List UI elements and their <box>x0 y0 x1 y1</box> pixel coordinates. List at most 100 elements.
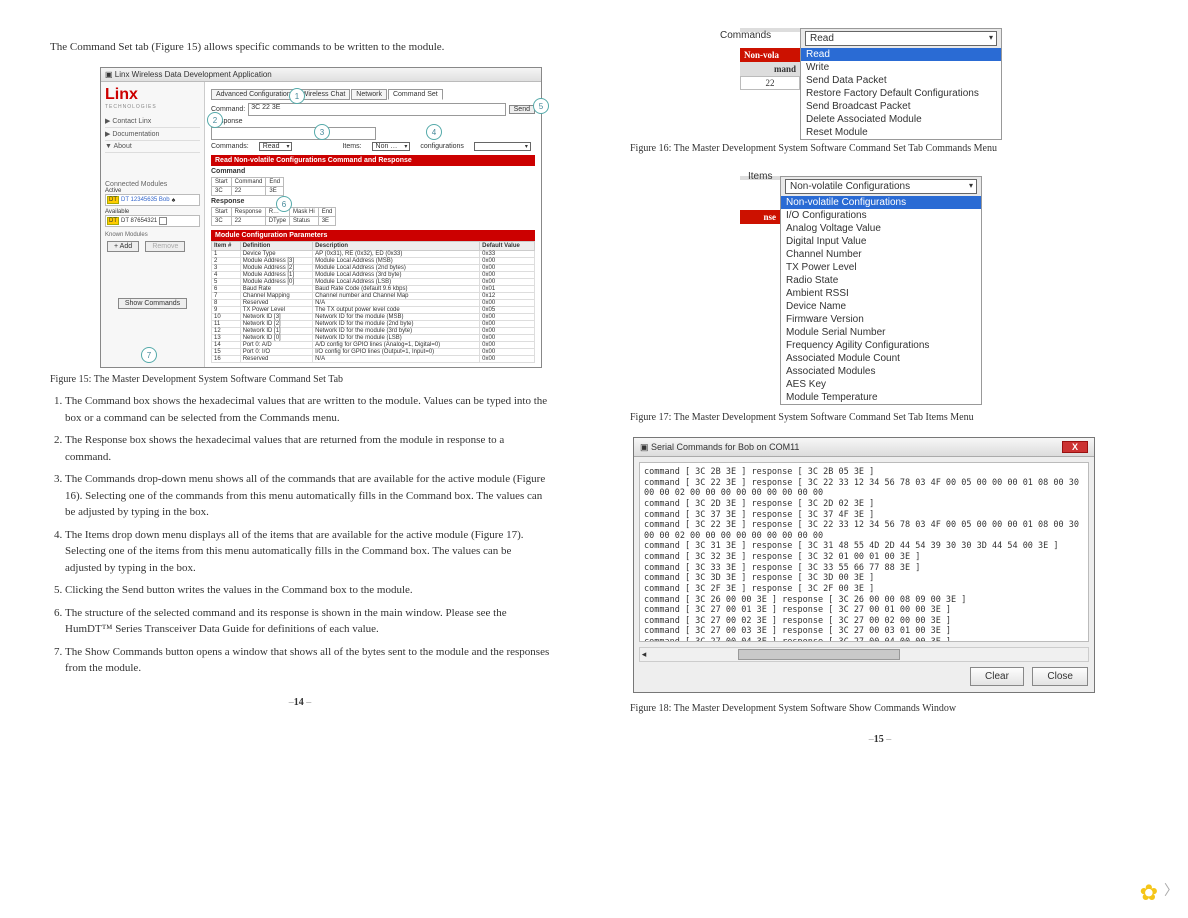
serial-line: command [ 3C 31 3E ] response [ 3C 31 48… <box>644 541 1084 552</box>
menu-item[interactable]: Ambient RSSI <box>781 287 981 300</box>
description-list: The Command box shows the hexadecimal va… <box>50 393 550 677</box>
table-row: 3Module Address [2]Module Local Address … <box>212 265 535 272</box>
add-button[interactable]: + Add <box>107 241 139 252</box>
serial-close-x[interactable]: X <box>1062 441 1088 453</box>
serial-line: command [ 3C 33 3E ] response [ 3C 33 55… <box>644 563 1084 574</box>
close-button[interactable]: Close <box>1032 667 1088 686</box>
callout-1: 1 <box>289 88 305 104</box>
active-device-row[interactable]: DT DT 12345635 Bob ♠ <box>105 194 200 206</box>
tab-command-set[interactable]: Command Set <box>388 89 443 100</box>
items-dropdown[interactable]: Non … <box>372 142 411 151</box>
menu-item[interactable]: Channel Number <box>781 248 981 261</box>
app-title-text: Linx Wireless Data Development Applicati… <box>115 70 272 79</box>
table-row: 7Channel MappingChannel number and Chann… <box>212 293 535 300</box>
menu-item[interactable]: Digital Input Value <box>781 235 981 248</box>
nav-about[interactable]: ▼ About <box>105 141 200 153</box>
menu-item[interactable]: Restore Factory Default Configurations <box>801 87 1001 100</box>
redbar-module-config: Module Configuration Parameters <box>211 230 535 241</box>
command-section-hdr: Command <box>211 168 535 175</box>
menu-item[interactable]: Read <box>801 48 1001 61</box>
table-row: 10Network ID [3]Network ID for the modul… <box>212 314 535 321</box>
menu-item[interactable]: Send Broadcast Packet <box>801 100 1001 113</box>
figure-15-caption: Figure 15: The Master Development System… <box>50 374 550 385</box>
menu-item[interactable]: Reset Module <box>801 126 1001 139</box>
figure-17-screenshot: Non-volatile Configurations Non-volatile… <box>780 176 982 405</box>
serial-hscrollbar[interactable]: ◂ <box>639 647 1089 662</box>
configs-dropdown[interactable] <box>474 142 531 151</box>
menu-item[interactable]: Delete Associated Module <box>801 113 1001 126</box>
next-page-arrow-icon[interactable]: 〉 <box>1164 880 1178 900</box>
table-row: 4Module Address [1]Module Local Address … <box>212 272 535 279</box>
remove-button[interactable]: Remove <box>145 241 185 252</box>
param-table: Item # Definition Description Default Va… <box>211 241 535 363</box>
figure-16-screenshot: Commands Read ReadWriteSend Data PacketR… <box>800 28 1002 140</box>
nonvola-strip: Non-vola <box>740 48 800 62</box>
table-row: 11Network ID [2]Network ID for the modul… <box>212 321 535 328</box>
menu-item[interactable]: Write <box>801 61 1001 74</box>
send-button[interactable]: Send <box>509 105 535 114</box>
figure-15-screenshot: ▣ Linx Wireless Data Development Applica… <box>100 67 542 368</box>
serial-line: command [ 3C 2B 3E ] response [ 3C 2B 05… <box>644 467 1084 478</box>
table-row: 12Network ID [1]Network ID for the modul… <box>212 328 535 335</box>
tab-advanced-config[interactable]: Advanced Configuration <box>211 89 296 100</box>
figure-18-caption: Figure 18: The Master Development System… <box>630 703 1130 714</box>
menu-item[interactable]: Module Serial Number <box>781 326 981 339</box>
intro-text: The Command Set tab (Figure 15) allows s… <box>50 39 550 56</box>
menu-item[interactable]: Associated Modules <box>781 365 981 378</box>
list-item: The Response box shows the hexadecimal v… <box>65 432 550 465</box>
show-commands-button[interactable]: Show Commands <box>118 298 187 309</box>
menu-item[interactable]: Radio State <box>781 274 981 287</box>
serial-line: command [ 3C 3D 3E ] response [ 3C 3D 00… <box>644 573 1084 584</box>
serial-line: command [ 3C 22 3E ] response [ 3C 22 33… <box>644 478 1084 499</box>
table-row: 9TX Power LevelThe TX output power level… <box>212 307 535 314</box>
commands-dropdown[interactable]: Read <box>259 142 293 151</box>
figure-16-caption: Figure 16: The Master Development System… <box>630 143 1130 154</box>
menu-item[interactable]: Frequency Agility Configurations <box>781 339 981 352</box>
callout-4: 4 <box>426 124 442 140</box>
menu-item[interactable]: TX Power Level <box>781 261 981 274</box>
list-item: The Items drop down menu displays all of… <box>65 527 550 577</box>
serial-line: command [ 3C 26 00 00 3E ] response [ 3C… <box>644 595 1084 606</box>
linx-logo-sub: TECHNOLOGIES <box>105 104 200 110</box>
callout-3: 3 <box>314 124 330 140</box>
menu-item[interactable]: AES Key <box>781 378 981 391</box>
page-number-right: –15 – <box>630 734 1130 745</box>
tab-network[interactable]: Network <box>351 89 387 100</box>
menu-item[interactable]: Non-volatile Configurations <box>781 196 981 209</box>
tab-bar: Advanced Configuration Wireless Chat Net… <box>211 89 535 100</box>
table-row: 1Device TypeAP (0x31), RE (0x32), ED (0x… <box>212 251 535 258</box>
nav-contact-linx[interactable]: ▶ Contact Linx <box>105 115 200 128</box>
list-item: Clicking the Send button writes the valu… <box>65 582 550 599</box>
menu-item[interactable]: Send Data Packet <box>801 74 1001 87</box>
response-section-hdr: Response <box>211 198 535 205</box>
menu-item[interactable]: Firmware Version <box>781 313 981 326</box>
menu-item[interactable]: Module Temperature <box>781 391 981 404</box>
mand-strip: mand <box>740 62 800 76</box>
commands-outer-label: Commands <box>720 30 1130 41</box>
command-input[interactable]: 3C 22 3E <box>248 103 505 116</box>
table-row: 14Port 0: A/DA/D config for GPIO lines (… <box>212 342 535 349</box>
items-dd-label: Items: <box>342 143 361 150</box>
connected-modules-hdr: Connected Modules <box>105 181 200 188</box>
commands-dd-label: Commands: <box>211 143 249 150</box>
available-device-row[interactable]: DT DT 87654321 <box>105 215 200 227</box>
serial-line: command [ 3C 32 3E ] response [ 3C 32 01… <box>644 552 1084 563</box>
menu-item[interactable]: Device Name <box>781 300 981 313</box>
serial-line: command [ 3C 27 00 03 3E ] response [ 3C… <box>644 626 1084 637</box>
list-item: The Show Commands button opens a window … <box>65 644 550 677</box>
table-row: 15Port 0: I/OI/O config for GPIO lines (… <box>212 349 535 356</box>
known-modules-hdr: Known Modules <box>105 232 200 238</box>
clear-button[interactable]: Clear <box>970 667 1024 686</box>
menu-item[interactable]: Analog Voltage Value <box>781 222 981 235</box>
cell-22: 22 <box>740 76 800 90</box>
items-outer-label: Items <box>748 171 1130 182</box>
nav-documentation[interactable]: ▶ Documentation <box>105 128 200 141</box>
serial-line: command [ 3C 2D 3E ] response [ 3C 2D 02… <box>644 499 1084 510</box>
serial-line: command [ 3C 27 00 02 3E ] response [ 3C… <box>644 616 1084 627</box>
callout-5: 5 <box>533 98 549 114</box>
app-titlebar: ▣ Linx Wireless Data Development Applica… <box>101 68 541 82</box>
response-output <box>211 127 376 140</box>
menu-item[interactable]: Associated Module Count <box>781 352 981 365</box>
menu-item[interactable]: I/O Configurations <box>781 209 981 222</box>
command-structure-table: StartCommandEnd 3C223E <box>211 177 284 196</box>
